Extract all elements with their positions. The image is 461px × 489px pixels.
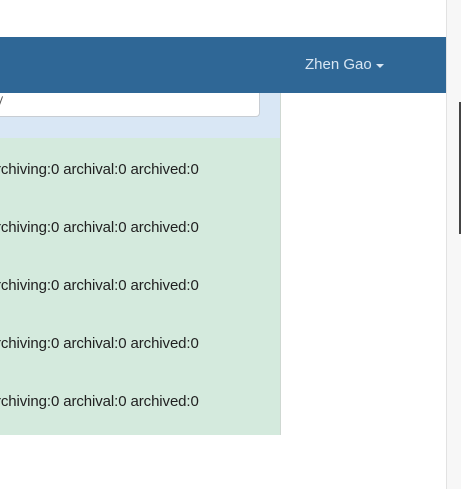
user-name-label: Zhen Gao xyxy=(305,56,372,73)
archiving-status-panel: rchiving:0 archival:0 archived:0 rchivin… xyxy=(0,93,281,435)
status-text: rchiving:0 archival:0 archived:0 xyxy=(0,219,199,236)
search-area xyxy=(0,93,280,138)
user-menu-button[interactable]: Zhen Gao xyxy=(305,55,384,75)
vertical-scrollbar[interactable] xyxy=(446,0,461,489)
status-row: rchiving:0 archival:0 archived:0 xyxy=(0,312,280,370)
search-input[interactable] xyxy=(0,93,260,117)
status-list: rchiving:0 archival:0 archived:0 rchivin… xyxy=(0,138,280,435)
status-row: rchiving:0 archival:0 archived:0 xyxy=(0,138,280,196)
status-text: rchiving:0 archival:0 archived:0 xyxy=(0,335,199,352)
top-navbar: Zhen Gao xyxy=(0,37,446,93)
top-blank-area xyxy=(0,0,446,37)
status-text: rchiving:0 archival:0 archived:0 xyxy=(0,161,199,178)
page-root: Zhen Gao rchiving:0 archival:0 archived:… xyxy=(0,0,461,489)
text-cursor-icon xyxy=(0,96,4,108)
caret-down-icon xyxy=(375,63,384,68)
status-row: rchiving:0 archival:0 archived:0 xyxy=(0,196,280,254)
status-row: rchiving:0 archival:0 archived:0 xyxy=(0,370,280,428)
status-text: rchiving:0 archival:0 archived:0 xyxy=(0,393,199,410)
status-row: rchiving:0 archival:0 archived:0 xyxy=(0,254,280,312)
status-text: rchiving:0 archival:0 archived:0 xyxy=(0,277,199,294)
